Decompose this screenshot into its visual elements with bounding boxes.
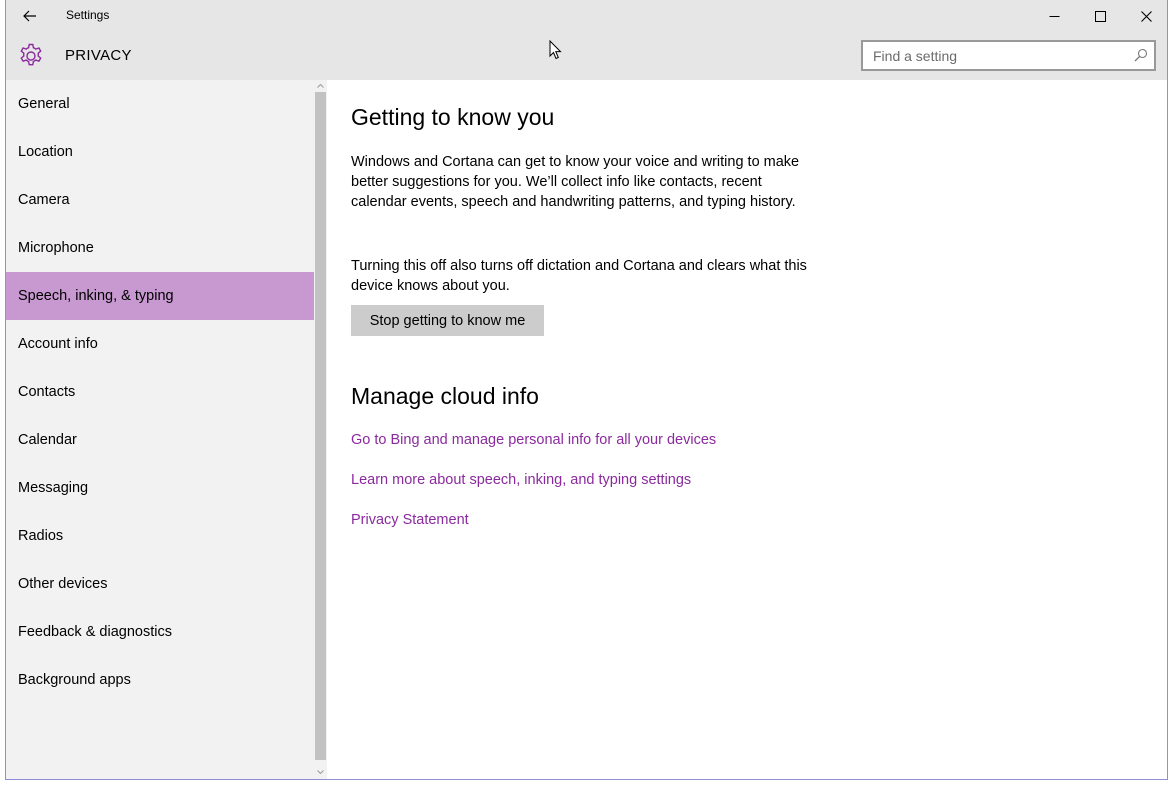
- window-title: Settings: [66, 8, 110, 22]
- main-content: Getting to know you Windows and Cortana …: [351, 80, 1151, 779]
- section-heading-manage-cloud-info: Manage cloud info: [351, 383, 539, 409]
- stop-getting-to-know-me-button[interactable]: Stop getting to know me: [351, 305, 544, 336]
- sidebar-item-label: Background apps: [18, 672, 131, 688]
- sidebar-item-label: Account info: [18, 336, 98, 352]
- back-button[interactable]: [16, 4, 44, 28]
- maximize-icon: [1094, 10, 1106, 22]
- scroll-down-button[interactable]: [314, 766, 327, 778]
- sidebar-item-account-info[interactable]: Account info: [6, 320, 314, 368]
- sidebar-item-label: Microphone: [18, 240, 94, 256]
- search-icon[interactable]: [1134, 48, 1148, 62]
- sidebar-item-contacts[interactable]: Contacts: [6, 368, 314, 416]
- sidebar-item-calendar[interactable]: Calendar: [6, 416, 314, 464]
- sidebar-item-label: Other devices: [18, 576, 108, 592]
- sidebar-item-camera[interactable]: Camera: [6, 176, 314, 224]
- sidebar-item-feedback-diagnostics[interactable]: Feedback & diagnostics: [6, 608, 314, 656]
- sidebar-item-label: Speech, inking, & typing: [18, 288, 174, 304]
- sidebar-item-speech-inking-typing[interactable]: Speech, inking, & typing: [6, 272, 314, 320]
- settings-window: Settings PRIVACY Find a setting General …: [5, 0, 1168, 780]
- mouse-cursor-icon: [549, 40, 562, 60]
- sidebar-scrollbar[interactable]: [314, 80, 327, 779]
- bing-manage-info-link[interactable]: Go to Bing and manage personal info for …: [351, 432, 716, 448]
- sidebar-item-label: Feedback & diagnostics: [18, 624, 172, 640]
- learn-more-link[interactable]: Learn more about speech, inking, and typ…: [351, 472, 691, 488]
- privacy-statement-link[interactable]: Privacy Statement: [351, 512, 469, 528]
- sidebar-item-location[interactable]: Location: [6, 128, 314, 176]
- sidebar-item-label: Location: [18, 144, 73, 160]
- sidebar-item-radios[interactable]: Radios: [6, 512, 314, 560]
- maximize-button[interactable]: [1077, 0, 1123, 32]
- scroll-thumb[interactable]: [315, 92, 326, 760]
- section-note: Turning this off also turns off dictatio…: [351, 258, 807, 294]
- chevron-up-icon: [317, 84, 324, 88]
- sidebar-item-label: Radios: [18, 528, 64, 544]
- close-button[interactable]: [1123, 0, 1167, 32]
- sidebar-item-label: Messaging: [18, 480, 89, 496]
- section-description: Windows and Cortana can get to know your…: [351, 154, 800, 210]
- sidebar-item-label: Contacts: [18, 384, 76, 400]
- search-box[interactable]: [861, 40, 1156, 71]
- scroll-up-button[interactable]: [314, 80, 327, 92]
- sidebar-item-label: General: [18, 96, 70, 112]
- minimize-button[interactable]: [1031, 0, 1077, 32]
- sidebar-item-background-apps[interactable]: Background apps: [6, 656, 314, 704]
- chevron-down-icon: [317, 770, 324, 774]
- page-title: PRIVACY: [65, 47, 132, 64]
- gear-icon: [20, 43, 42, 66]
- section-heading-getting-to-know-you: Getting to know you: [351, 104, 555, 130]
- back-arrow-icon: [23, 10, 36, 22]
- sidebar-item-messaging[interactable]: Messaging: [6, 464, 314, 512]
- title-bar: Settings: [6, 0, 1167, 32]
- minimize-icon: [1049, 15, 1059, 17]
- sidebar: General Location Camera Microphone Speec…: [6, 80, 327, 779]
- sidebar-item-label: Camera: [18, 192, 70, 208]
- sidebar-item-general[interactable]: General: [6, 80, 314, 128]
- sidebar-item-other-devices[interactable]: Other devices: [6, 560, 314, 608]
- page-header: PRIVACY: [6, 32, 1167, 80]
- search-input[interactable]: [863, 42, 1133, 69]
- sidebar-item-label: Calendar: [18, 432, 77, 448]
- sidebar-item-microphone[interactable]: Microphone: [6, 224, 314, 272]
- close-icon: [1140, 10, 1152, 22]
